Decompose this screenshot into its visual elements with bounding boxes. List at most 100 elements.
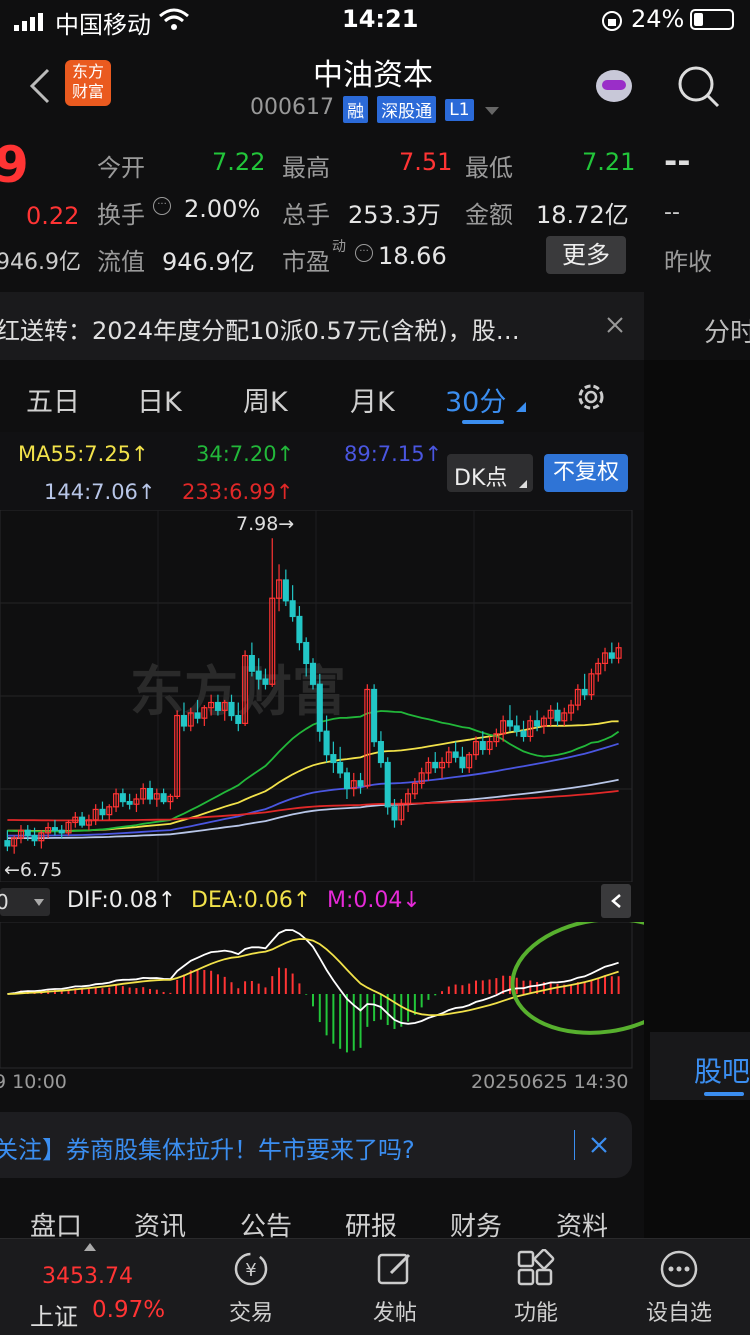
bottom-nav: 3453.74 上证 0.97% ¥ 交易 发帖 功能 设自选	[0, 1238, 750, 1335]
high-value: 7.51	[399, 148, 453, 176]
pe-info-icon[interactable]: ···	[355, 244, 373, 262]
float-value: 946.9亿	[162, 248, 255, 276]
notice-bar[interactable]: 红送转：2024年度分配10派0.57元(含税)，股…	[0, 292, 644, 360]
price-change: 0.22	[26, 202, 80, 230]
candle-body	[248, 654, 255, 672]
nav-post[interactable]: 发帖	[340, 1249, 450, 1327]
volume-label: 总手	[282, 201, 330, 229]
news-text: 关注】券商股集体拉升！牛市要来了吗?	[0, 1136, 415, 1164]
candle-body	[282, 579, 289, 602]
dk-point-button[interactable]: DK点	[447, 454, 533, 492]
prev-close-label: 昨收	[664, 248, 712, 276]
settings-gear-icon[interactable]	[574, 380, 608, 414]
news-banner[interactable]: 关注】券商股集体拉升！牛市要来了吗?	[0, 1112, 632, 1178]
candle-body	[160, 793, 167, 803]
robot-avatar-icon[interactable]	[592, 66, 636, 108]
candle-body	[79, 816, 86, 826]
pe-label: 市盈	[282, 248, 330, 276]
turnover-label: 换手	[97, 201, 145, 229]
grid-icon	[517, 1248, 555, 1286]
candle-body	[235, 714, 242, 724]
tab-30min[interactable]: 30分	[445, 380, 506, 419]
tab-daily-k[interactable]: 日K	[137, 380, 182, 419]
collapse-button[interactable]	[601, 884, 631, 918]
side-panel-tab[interactable]: 分时	[644, 292, 750, 360]
indicator-select[interactable]: 0	[0, 888, 50, 916]
time-axis-right: 20250625 14:30	[471, 1071, 629, 1093]
more-button[interactable]: 更多	[546, 236, 626, 274]
info-icon[interactable]: ···	[153, 197, 171, 215]
pe-value: 18.66	[378, 242, 447, 270]
candle-body	[126, 801, 133, 805]
battery-icon	[690, 9, 734, 30]
carrier-label: 中国移动	[55, 11, 151, 39]
candle-body	[608, 652, 615, 659]
index-value: 3453.74	[42, 1264, 133, 1289]
edit-icon	[377, 1253, 411, 1285]
candle-body	[479, 741, 486, 751]
search-icon[interactable]	[676, 64, 722, 110]
prev-close-dash: --	[664, 200, 680, 225]
candle-body	[4, 840, 11, 847]
candle-body	[31, 834, 38, 842]
active-tab-underline	[462, 420, 504, 424]
stock-code: 000617	[250, 95, 334, 120]
nav-watchlist[interactable]: 设自选	[624, 1249, 734, 1327]
tab-dropdown-icon[interactable]	[516, 402, 526, 412]
open-label: 今开	[97, 154, 145, 182]
m-label: M:0.04↓	[327, 888, 421, 913]
macd-legend: 0 DIF:0.08↑ DEA:0.06↑ M:0.04↓	[0, 882, 644, 922]
amount-value: 18.72亿	[536, 201, 629, 229]
signal-icon	[14, 11, 46, 31]
candle-body	[316, 683, 323, 732]
header: 东方 财富 中油资本 000617 融 深股通 L1	[0, 40, 750, 130]
dropdown-icon[interactable]	[484, 105, 499, 115]
nav-functions[interactable]: 功能	[481, 1248, 591, 1327]
index-ticker[interactable]: 3453.74 上证 0.97%	[28, 1239, 178, 1335]
ma-legend: MA55:7.25↑ 34:7.20↑ 89:7.15↑ 144:7.06↑ 2…	[0, 432, 644, 510]
trade-icon: ¥	[234, 1252, 268, 1286]
tab-weekly-k[interactable]: 周K	[243, 380, 288, 419]
stock-code-row: 000617 融 深股通 L1	[250, 95, 499, 123]
kline-chart[interactable]: 东方财富 7.98→ ←6.75	[0, 510, 644, 882]
close-icon[interactable]	[606, 316, 624, 334]
candle-body	[377, 741, 384, 764]
candle-body	[309, 662, 317, 685]
macd-chart[interactable]	[0, 922, 644, 1072]
amount-label: 金额	[465, 201, 513, 229]
candle-body	[194, 712, 201, 719]
candle-body	[506, 720, 513, 727]
candle-body	[581, 688, 588, 696]
back-icon[interactable]	[26, 66, 52, 106]
tab-monthly-k[interactable]: 月K	[350, 380, 395, 419]
candle-body	[296, 615, 303, 644]
notice-text: 红送转：2024年度分配10派0.57元(含税)，股…	[0, 317, 520, 345]
rotation-lock-icon	[602, 11, 622, 31]
status-bar: 中国移动 14:21 24%	[0, 0, 750, 40]
candle-body	[330, 754, 337, 764]
app-logo: 东方 财富	[65, 60, 111, 106]
guba-tab[interactable]: 股吧	[650, 1032, 750, 1100]
low-annotation: ←6.75	[4, 859, 62, 881]
high-annotation: 7.98→	[236, 513, 294, 535]
candle-body	[262, 678, 269, 685]
index-name: 上证	[30, 1303, 78, 1331]
news-close-icon[interactable]	[590, 1136, 608, 1154]
tab-five-day[interactable]: 五日	[26, 380, 80, 419]
candle-body	[58, 829, 65, 834]
candle-body	[432, 761, 439, 769]
pe-sup: 动	[332, 239, 346, 255]
quote-panel: 9 0.22 946.9亿 今开 7.22 最高 7.51 最低 7.21 --…	[0, 130, 750, 290]
nav-trade[interactable]: ¥ 交易	[196, 1249, 306, 1327]
ma34-label: 34:7.20↑	[196, 442, 295, 466]
ma233-label: 233:6.99↑	[182, 480, 294, 504]
turnover-value: 2.00%	[184, 195, 261, 223]
float-label: 流值	[97, 248, 145, 276]
stock-name: 中油资本	[313, 58, 433, 93]
candle-body	[180, 714, 188, 727]
badge-margin: 融	[343, 96, 369, 123]
market-cap: 946.9亿	[0, 250, 81, 275]
last-price: 9	[0, 136, 29, 194]
adjust-button[interactable]: 不复权	[544, 454, 628, 492]
candle-body	[452, 751, 459, 758]
